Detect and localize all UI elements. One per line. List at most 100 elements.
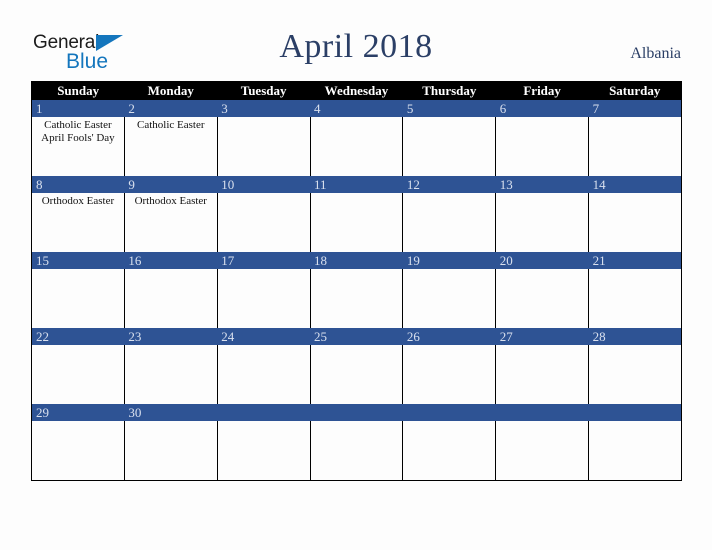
day-number-cell[interactable]: 19 — [402, 252, 496, 269]
day-cell[interactable] — [309, 193, 404, 252]
day-cell[interactable]: Orthodox Easter — [123, 193, 218, 252]
day-number-cell[interactable]: 6 — [495, 100, 589, 117]
day-number-cell[interactable]: 26 — [402, 328, 496, 345]
day-number-cell[interactable] — [217, 404, 311, 421]
day-number-cell[interactable]: 22 — [31, 328, 125, 345]
day-number-cell[interactable]: 4 — [310, 100, 403, 117]
day-number-cell[interactable]: 5 — [402, 100, 496, 117]
day-number-cell[interactable]: 18 — [310, 252, 403, 269]
day-number-cell[interactable]: 1 — [31, 100, 125, 117]
week-number-strip: 22 23 24 25 26 27 28 — [31, 328, 682, 345]
day-cell[interactable] — [495, 193, 590, 252]
day-number: 1 — [36, 101, 43, 116]
day-number-cell[interactable]: 9 — [124, 176, 218, 193]
day-events — [218, 193, 310, 195]
day-number-cell[interactable]: 2 — [124, 100, 218, 117]
day-cell[interactable] — [216, 117, 311, 176]
day-number-cell[interactable]: 21 — [588, 252, 682, 269]
day-number: 4 — [314, 101, 321, 116]
day-cell[interactable] — [216, 421, 311, 481]
day-number-cell[interactable] — [495, 404, 589, 421]
weekday-header-thursday: Thursday — [402, 81, 496, 100]
day-events — [496, 193, 588, 195]
day-number-cell[interactable]: 11 — [310, 176, 403, 193]
day-cell[interactable] — [309, 269, 404, 328]
day-number-cell[interactable] — [588, 404, 682, 421]
page-header: General Blue April 2018 Albania — [0, 0, 712, 80]
day-number-cell[interactable]: 17 — [217, 252, 311, 269]
day-number-cell[interactable]: 25 — [310, 328, 403, 345]
day-number-cell[interactable]: 23 — [124, 328, 218, 345]
day-number: 28 — [592, 329, 606, 344]
day-cell[interactable] — [216, 193, 311, 252]
day-number-cell[interactable]: 14 — [588, 176, 682, 193]
day-number: 6 — [499, 101, 507, 116]
day-cell[interactable] — [588, 117, 682, 176]
day-number-cell[interactable]: 20 — [495, 252, 589, 269]
day-cell[interactable]: Catholic Easter April Fools' Day — [31, 117, 125, 176]
week-body-row — [31, 269, 682, 328]
day-number-cell[interactable]: 16 — [124, 252, 218, 269]
day-events — [311, 193, 403, 195]
day-number: 21 — [592, 253, 606, 268]
day-number: 14 — [592, 177, 606, 192]
day-number: 19 — [406, 253, 420, 268]
day-number-cell[interactable]: 12 — [402, 176, 496, 193]
day-number-cell[interactable] — [310, 404, 403, 421]
day-cell[interactable] — [402, 345, 497, 404]
calendar-header-row: Sunday Monday Tuesday Wednesday Thursday Frid… — [31, 81, 682, 100]
day-events — [32, 269, 124, 271]
day-number-cell[interactable]: 10 — [217, 176, 311, 193]
week-number-strip: 29 30 — [31, 404, 682, 421]
day-cell[interactable] — [31, 269, 125, 328]
day-cell[interactable] — [309, 421, 404, 481]
day-number-cell[interactable]: 30 — [124, 404, 218, 421]
day-cell[interactable] — [588, 193, 682, 252]
day-cell[interactable] — [495, 269, 590, 328]
day-cell[interactable] — [402, 269, 497, 328]
day-events — [496, 345, 588, 347]
day-cell[interactable] — [402, 193, 497, 252]
day-cell[interactable] — [309, 345, 404, 404]
day-cell[interactable] — [402, 117, 497, 176]
day-cell[interactable]: Catholic Easter — [123, 117, 218, 176]
day-cell[interactable] — [216, 269, 311, 328]
day-events — [125, 269, 217, 271]
day-events — [32, 421, 124, 423]
day-number-cell[interactable]: 28 — [588, 328, 682, 345]
day-number-cell[interactable]: 7 — [588, 100, 682, 117]
day-cell[interactable] — [588, 345, 682, 404]
day-cell[interactable]: Orthodox Easter — [31, 193, 125, 252]
day-number: 25 — [314, 329, 328, 344]
day-cell[interactable] — [123, 269, 218, 328]
day-cell[interactable] — [588, 421, 682, 481]
day-events — [125, 421, 217, 423]
day-number-cell[interactable]: 27 — [495, 328, 589, 345]
day-number-cell[interactable]: 8 — [31, 176, 125, 193]
day-number: 24 — [221, 329, 235, 344]
day-cell[interactable] — [31, 421, 125, 481]
day-events — [589, 345, 681, 347]
day-number-cell[interactable]: 24 — [217, 328, 311, 345]
day-events — [311, 421, 403, 423]
day-cell[interactable] — [495, 117, 590, 176]
day-cell[interactable] — [309, 117, 404, 176]
page-title: April 2018 — [279, 28, 433, 65]
day-cell[interactable] — [123, 345, 218, 404]
week-body-row: Catholic Easter April Fools' Day Catholic … — [31, 117, 682, 176]
day-cell[interactable] — [123, 421, 218, 481]
day-number-cell[interactable]: 13 — [495, 176, 589, 193]
day-cell[interactable] — [402, 421, 497, 481]
day-number-cell[interactable] — [402, 404, 496, 421]
day-cell[interactable] — [31, 345, 125, 404]
day-cell[interactable] — [216, 345, 311, 404]
day-events — [218, 269, 310, 271]
day-number-cell[interactable]: 29 — [31, 404, 125, 421]
day-cell[interactable] — [588, 269, 682, 328]
weekday-header-saturday: Saturday — [588, 81, 682, 100]
day-number-cell[interactable]: 3 — [217, 100, 311, 117]
day-number-cell[interactable]: 15 — [31, 252, 125, 269]
day-number: 30 — [128, 405, 142, 420]
day-cell[interactable] — [495, 345, 590, 404]
day-cell[interactable] — [495, 421, 590, 481]
